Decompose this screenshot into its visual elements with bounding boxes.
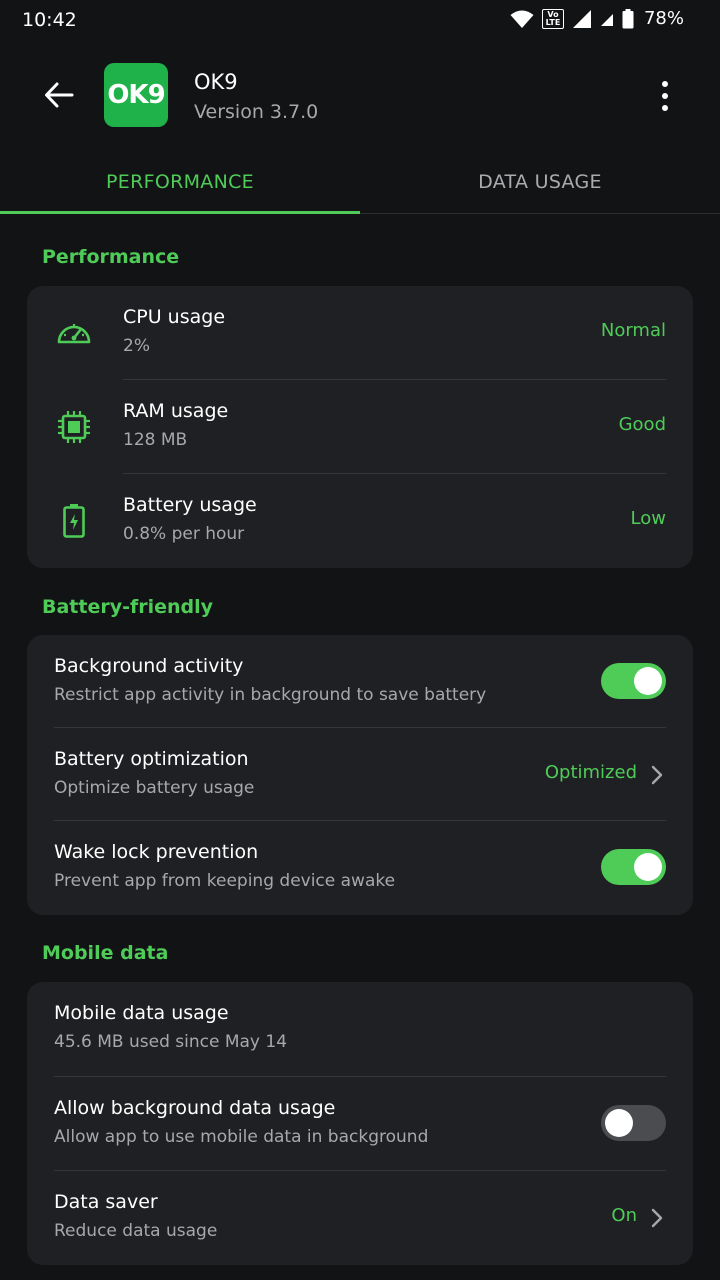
wifi-icon (510, 10, 534, 28)
section-title-performance: Performance (42, 246, 180, 268)
app-name: OK9 (194, 70, 238, 94)
battery-usage-status: Low (630, 508, 666, 529)
cpu-usage-title: CPU usage (123, 306, 226, 328)
mobile-data-usage-row[interactable]: Mobile data usage 45.6 MB used since May… (27, 982, 693, 1075)
mobile-data-card: Mobile data usage 45.6 MB used since May… (27, 982, 693, 1265)
mobile-data-usage-title: Mobile data usage (54, 1002, 229, 1024)
battery-usage-title: Battery usage (123, 494, 257, 516)
wake-lock-prevention-toggle[interactable] (601, 849, 666, 885)
speedometer-icon (57, 324, 91, 344)
tab-bar: PERFORMANCE DATA USAGE (0, 150, 720, 214)
battery-percent: 78% (643, 8, 684, 29)
data-saver-subtitle: Reduce data usage (54, 1221, 218, 1241)
background-activity-title: Background activity (54, 655, 244, 677)
data-saver-title: Data saver (54, 1191, 158, 1213)
more-vert-icon (662, 81, 668, 87)
background-data-toggle[interactable] (601, 1105, 666, 1141)
section-title-mobile-data: Mobile data (42, 942, 169, 964)
battery-optimization-row[interactable]: Battery optimization Optimize battery us… (27, 728, 693, 821)
app-header: OK9 OK9 Version 3.7.0 (0, 42, 720, 150)
battery-usage-value: 0.8% per hour (123, 524, 245, 544)
chip-icon (58, 411, 90, 443)
status-time: 10:42 (22, 9, 77, 31)
battery-optimization-value: Optimized (544, 762, 637, 783)
toggle-knob (634, 853, 662, 881)
signal-icon (572, 9, 591, 28)
background-data-subtitle: Allow app to use mobile data in backgrou… (54, 1127, 429, 1147)
back-button[interactable] (38, 74, 80, 116)
status-bar: 10:42 Vo LTE 78% (0, 0, 720, 42)
ram-usage-title: RAM usage (123, 400, 229, 422)
cpu-usage-value: 2% (123, 336, 150, 356)
app-version: Version 3.7.0 (194, 101, 319, 123)
wake-lock-prevention-title: Wake lock prevention (54, 841, 259, 863)
performance-card: CPU usage 2% Normal RAM usage 128 MB Goo… (27, 286, 693, 568)
chevron-right-icon (651, 1208, 663, 1228)
mobile-data-usage-subtitle: 45.6 MB used since May 14 (54, 1032, 288, 1052)
wake-lock-prevention-subtitle: Prevent app from keeping device awake (54, 871, 396, 891)
ram-usage-status: Good (618, 414, 666, 435)
toggle-knob (634, 667, 662, 695)
volte-icon: Vo LTE (541, 8, 564, 29)
app-logo: OK9 (104, 63, 168, 127)
battery-optimization-subtitle: Optimize battery usage (54, 778, 255, 798)
more-vert-dot (662, 105, 668, 111)
signal-icon-secondary (600, 13, 613, 26)
background-activity-toggle[interactable] (601, 663, 666, 699)
section-title-battery-friendly: Battery-friendly (42, 596, 214, 618)
battery-charging-icon (63, 504, 85, 538)
chevron-right-icon (651, 765, 663, 785)
battery-optimization-title: Battery optimization (54, 748, 249, 770)
toggle-knob (605, 1109, 633, 1137)
cpu-usage-row[interactable]: CPU usage 2% Normal (27, 286, 693, 380)
data-saver-value: On (611, 1205, 637, 1226)
tab-performance[interactable]: PERFORMANCE (0, 150, 360, 214)
tab-indicator (0, 211, 360, 214)
arrow-left-icon (45, 82, 74, 108)
wake-lock-prevention-row[interactable]: Wake lock prevention Prevent app from ke… (27, 821, 693, 914)
cpu-usage-status: Normal (600, 320, 666, 341)
background-data-row[interactable]: Allow background data usage Allow app to… (27, 1077, 693, 1170)
more-vert-dot (662, 93, 668, 99)
status-icons: Vo LTE 78% (510, 8, 684, 29)
battery-icon (622, 8, 634, 28)
background-data-title: Allow background data usage (54, 1097, 336, 1119)
more-options-button[interactable] (650, 74, 680, 118)
background-activity-row[interactable]: Background activity Restrict app activit… (27, 635, 693, 728)
battery-friendly-card: Background activity Restrict app activit… (27, 635, 693, 915)
ram-usage-row[interactable]: RAM usage 128 MB Good (27, 380, 693, 474)
data-saver-row[interactable]: Data saver Reduce data usage On (27, 1171, 693, 1264)
ram-usage-value: 128 MB (123, 430, 188, 450)
background-activity-subtitle: Restrict app activity in background to s… (54, 685, 487, 705)
battery-usage-row[interactable]: Battery usage 0.8% per hour Low (27, 474, 693, 568)
tab-data-usage[interactable]: DATA USAGE (360, 150, 720, 214)
